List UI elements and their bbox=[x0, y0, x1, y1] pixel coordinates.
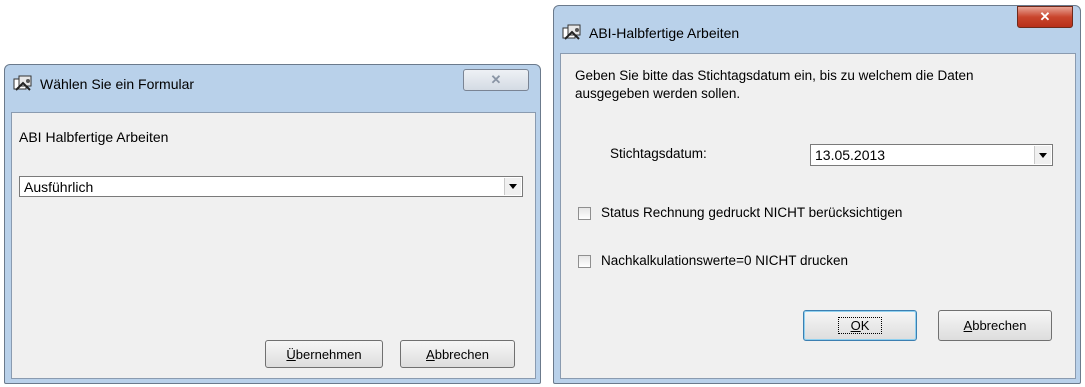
titlebar[interactable]: Wählen Sie ein Formular bbox=[5, 69, 540, 99]
form-type-value: Ausführlich bbox=[24, 178, 94, 195]
dialog-client-area: Geben Sie bitte das Stichtagsdatum ein, … bbox=[560, 53, 1076, 379]
window-title: Wählen Sie ein Formular bbox=[40, 76, 195, 92]
instruction-line-2: ausgegeben werden sollen. bbox=[575, 86, 741, 101]
ok-button[interactable]: OK bbox=[803, 310, 917, 341]
nachkalkulation-checkbox[interactable] bbox=[578, 255, 591, 268]
close-icon: ✕ bbox=[490, 72, 502, 87]
close-button[interactable]: ✕ bbox=[463, 69, 529, 91]
apply-button[interactable]: Übernehmen bbox=[265, 340, 383, 368]
titlebar[interactable]: ABI-Halbfertige Arbeiten bbox=[554, 18, 1080, 48]
status-rechnung-label[interactable]: Status Rechnung gedruckt NICHT berücksic… bbox=[601, 205, 902, 220]
window-title: ABI-Halbfertige Arbeiten bbox=[589, 25, 740, 41]
close-icon: ✕ bbox=[1039, 9, 1051, 24]
cutoff-date-value: 13.05.2013 bbox=[815, 147, 886, 163]
app-icon bbox=[562, 24, 582, 42]
dropdown-arrow-icon[interactable] bbox=[1034, 146, 1051, 164]
cutoff-date-dialog: ABI-Halbfertige Arbeiten ✕ Geben Sie bit… bbox=[553, 5, 1081, 384]
ok-button-label: OK bbox=[837, 317, 883, 334]
instruction-line-1: Geben Sie bitte das Stichtagsdatum ein, … bbox=[575, 68, 974, 83]
status-rechnung-checkbox[interactable] bbox=[578, 207, 591, 220]
cancel-button-label: Abbrechen bbox=[426, 346, 489, 362]
app-icon bbox=[13, 75, 33, 93]
report-heading: ABI Halbfertige Arbeiten bbox=[19, 129, 169, 145]
cancel-button-label: Abbrechen bbox=[963, 318, 1027, 333]
cancel-button[interactable]: Abbrechen bbox=[938, 310, 1052, 341]
close-button[interactable]: ✕ bbox=[1017, 6, 1073, 28]
dialog-client-area: ABI Halbfertige Arbeiten Ausführlich Übe… bbox=[11, 112, 536, 379]
form-type-select[interactable]: Ausführlich bbox=[19, 176, 523, 197]
form-select-dialog: Wählen Sie ein Formular ✕ ABI Halbfertig… bbox=[4, 64, 541, 384]
cancel-button[interactable]: Abbrechen bbox=[400, 340, 515, 368]
dropdown-arrow-icon[interactable] bbox=[504, 178, 521, 195]
date-label: Stichtagsdatum: bbox=[610, 146, 707, 161]
nachkalkulation-label[interactable]: Nachkalkulationswerte=0 NICHT drucken bbox=[601, 253, 848, 268]
apply-button-label: Übernehmen bbox=[286, 346, 362, 362]
cutoff-date-select[interactable]: 13.05.2013 bbox=[810, 144, 1053, 166]
